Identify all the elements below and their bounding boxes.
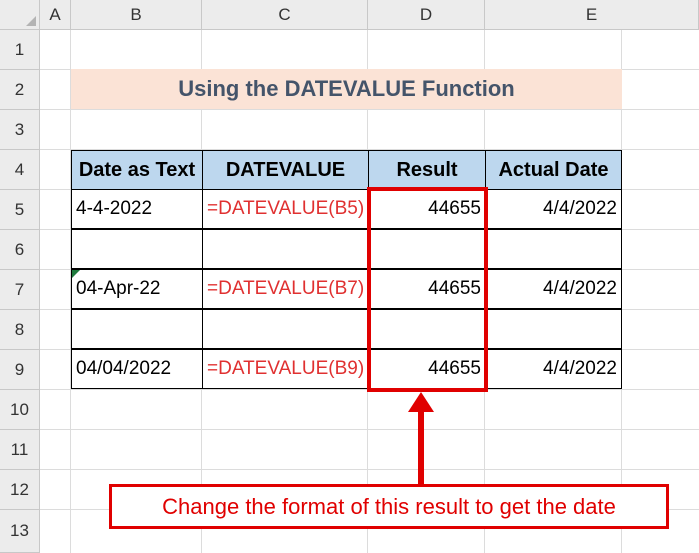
cell-date-text[interactable] (71, 229, 203, 269)
cell-formula[interactable] (202, 309, 369, 349)
cell-actual-date[interactable] (485, 309, 622, 349)
column-header-c[interactable]: C (202, 0, 368, 30)
row-header[interactable]: 7 (0, 270, 40, 310)
row-header[interactable]: 6 (0, 230, 40, 270)
row-header[interactable]: 5 (0, 190, 40, 230)
select-all-corner[interactable] (0, 0, 40, 30)
cell-actual-date[interactable] (485, 229, 622, 269)
grid-line (40, 469, 699, 470)
cell-formula[interactable]: =DATEVALUE(B5) (202, 189, 369, 229)
header-result[interactable]: Result (368, 150, 486, 190)
row-header[interactable]: 12 (0, 470, 40, 510)
cell-actual-date[interactable]: 4/4/2022 (485, 349, 622, 389)
cell-date-text[interactable]: 04-Apr-22 (71, 269, 203, 309)
row-header[interactable]: 13 (0, 510, 40, 553)
grid-line (40, 429, 699, 430)
select-all-triangle-icon (26, 16, 36, 26)
column-header-d[interactable]: D (368, 0, 485, 30)
text-indicator-icon (72, 270, 80, 278)
row-header[interactable]: 8 (0, 310, 40, 350)
header-datevalue[interactable]: DATEVALUE (202, 150, 369, 190)
cell-formula[interactable]: =DATEVALUE(B7) (202, 269, 369, 309)
row-header[interactable]: 4 (0, 150, 40, 190)
result-highlight-box (367, 187, 488, 392)
column-header-e[interactable]: E (485, 0, 699, 30)
row-header[interactable]: 1 (0, 30, 40, 70)
cell-date-text[interactable]: 04/04/2022 (71, 349, 203, 389)
arrow-shaft (418, 404, 424, 486)
row-header[interactable]: 2 (0, 70, 40, 110)
column-header-a[interactable]: A (40, 0, 71, 30)
cell-actual-date[interactable]: 4/4/2022 (485, 189, 622, 229)
cell-date-text[interactable] (71, 309, 203, 349)
spreadsheet: A B C D E 1 2 3 4 5 6 7 8 9 10 11 12 13 … (0, 0, 699, 553)
cell-date-text[interactable]: 4-4-2022 (71, 189, 203, 229)
cell-formula[interactable]: =DATEVALUE(B9) (202, 349, 369, 389)
row-header[interactable]: 9 (0, 350, 40, 390)
grid-line (40, 109, 699, 110)
callout-note: Change the format of this result to get … (109, 484, 669, 529)
header-date-as-text[interactable]: Date as Text (71, 150, 203, 190)
row-header[interactable]: 10 (0, 390, 40, 430)
cell-actual-date[interactable]: 4/4/2022 (485, 269, 622, 309)
row-header[interactable]: 11 (0, 430, 40, 470)
column-header-b[interactable]: B (71, 0, 202, 30)
row-header[interactable]: 3 (0, 110, 40, 150)
header-actual-date[interactable]: Actual Date (485, 150, 622, 190)
sheet-title[interactable]: Using the DATEVALUE Function (71, 69, 622, 109)
cell-formula[interactable] (202, 229, 369, 269)
